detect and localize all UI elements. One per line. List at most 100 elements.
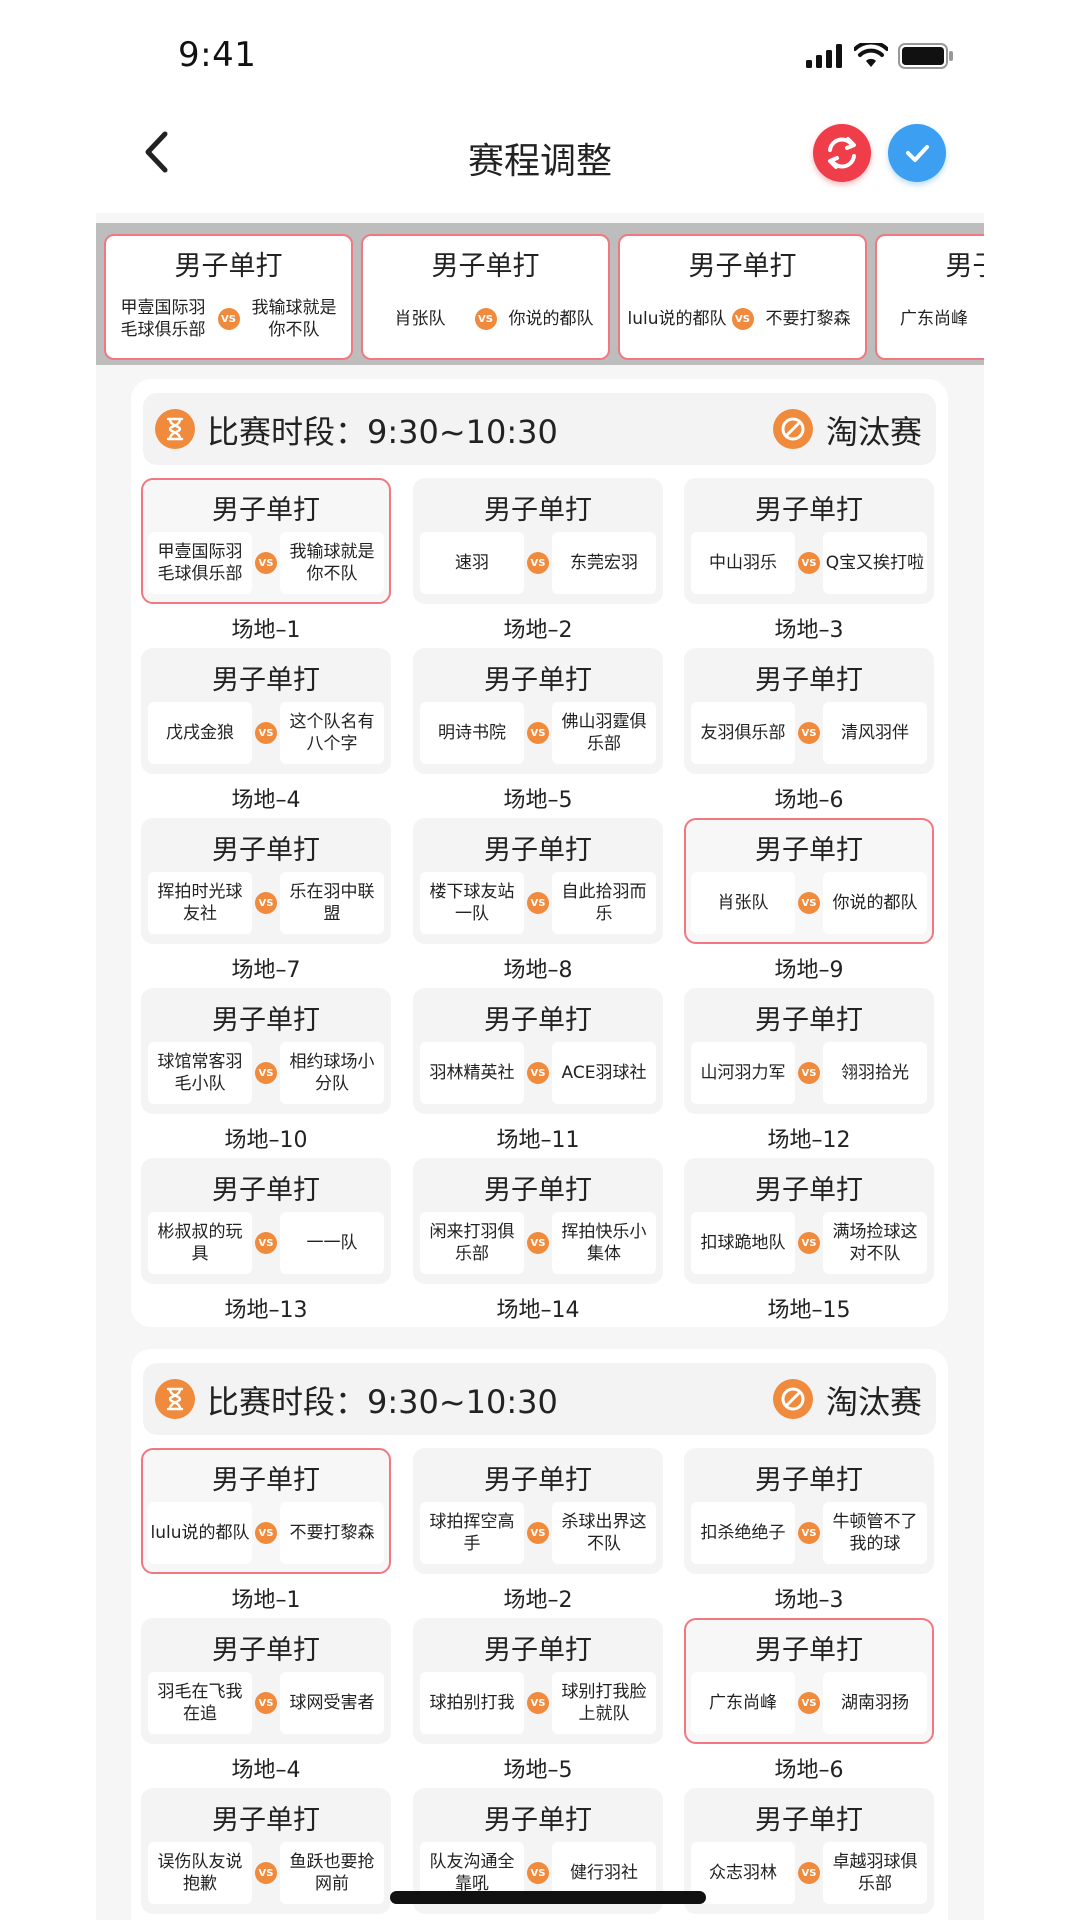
court-label: 场地–7 bbox=[231, 958, 301, 983]
match-card[interactable]: 男子单打 闲来打羽俱乐部 VS 挥拍快乐小集体 bbox=[413, 1158, 663, 1284]
confirm-button[interactable] bbox=[888, 124, 946, 182]
match-card[interactable]: 男子单打 中山羽乐 VS Q宝又挨打啦 bbox=[684, 478, 934, 604]
team-b[interactable]: 不要打黎森 bbox=[280, 1502, 384, 1564]
team-a[interactable]: 广东尚峰 bbox=[882, 288, 984, 350]
knockout-icon bbox=[773, 1379, 813, 1419]
match-title: 男子单打 bbox=[755, 1175, 863, 1206]
wifi-icon bbox=[854, 43, 888, 67]
team-b[interactable]: 自此拾羽而乐 bbox=[552, 872, 656, 934]
match-card[interactable]: 男子单打 众志羽林 VS 卓越羽球俱乐部 bbox=[684, 1788, 934, 1914]
team-a[interactable]: 肖张队 bbox=[691, 872, 795, 934]
vs-icon: VS bbox=[255, 1522, 277, 1544]
match-card[interactable]: 男子单打 扣球跪地队 VS 满场捡球这对不队 bbox=[684, 1158, 934, 1284]
team-b[interactable]: 不要打黎森 bbox=[756, 288, 860, 350]
match-card[interactable]: 男子单打 友羽俱乐部 VS 清风羽伴 bbox=[684, 648, 934, 774]
team-b[interactable]: 球别打我脸上就队 bbox=[552, 1672, 656, 1734]
team-b[interactable]: 清风羽伴 bbox=[823, 702, 927, 764]
team-a[interactable]: 挥拍时光球友社 bbox=[148, 872, 252, 934]
match-card[interactable]: 男子单打 山河羽力军 VS 翎羽拾光 bbox=[684, 988, 934, 1114]
match-card[interactable]: 男子单打 扣杀绝绝子 VS 牛顿管不了我的球 bbox=[684, 1448, 934, 1574]
team-a[interactable]: lulu说的都队 bbox=[148, 1502, 252, 1564]
match-card[interactable]: 男子单打 彬叔叔的玩具 VS 一一队 bbox=[141, 1158, 391, 1284]
team-a[interactable]: 肖张队 bbox=[368, 288, 472, 350]
team-a[interactable]: 速羽 bbox=[420, 532, 524, 594]
team-a[interactable]: 球馆常客羽毛小队 bbox=[148, 1042, 252, 1104]
team-b[interactable]: Q宝又挨打啦 bbox=[823, 532, 927, 594]
team-b[interactable]: 乐在羽中联盟 bbox=[280, 872, 384, 934]
team-a[interactable]: 闲来打羽俱乐部 bbox=[420, 1212, 524, 1274]
team-a[interactable]: 友羽俱乐部 bbox=[691, 702, 795, 764]
tray-match-card[interactable]: 男子单打 甲壹国际羽毛球俱乐部 VS 我输球就是你不队 bbox=[104, 234, 353, 360]
team-a[interactable]: 球拍别打我 bbox=[420, 1672, 524, 1734]
match-card[interactable]: 男子单打 球拍别打我 VS 球别打我脸上就队 bbox=[413, 1618, 663, 1744]
vs-icon: VS bbox=[255, 892, 277, 914]
team-b[interactable]: 鱼跃也要抢网前 bbox=[280, 1842, 384, 1904]
match-card[interactable]: 男子单打 速羽 VS 东莞宏羽 bbox=[413, 478, 663, 604]
team-b[interactable]: 湖南羽扬 bbox=[823, 1672, 927, 1734]
team-b[interactable]: 卓越羽球俱乐部 bbox=[823, 1842, 927, 1904]
court-label: 场地–6 bbox=[774, 788, 844, 813]
tray-match-card[interactable]: 男子单打 肖张队 VS 你说的都队 bbox=[361, 234, 610, 360]
team-a[interactable]: 羽毛在飞我在追 bbox=[148, 1672, 252, 1734]
team-a[interactable]: 楼下球友站一队 bbox=[420, 872, 524, 934]
vs-icon: VS bbox=[527, 1522, 549, 1544]
match-card[interactable]: 男子单打 羽林精英社 VS ACE羽球社 bbox=[413, 988, 663, 1114]
home-indicator[interactable] bbox=[390, 1891, 706, 1904]
team-b[interactable]: 翎羽拾光 bbox=[823, 1042, 927, 1104]
match-card[interactable]: 男子单打 球馆常客羽毛小队 VS 相约球场小分队 bbox=[141, 988, 391, 1114]
team-a[interactable]: 明诗书院 bbox=[420, 702, 524, 764]
match-card[interactable]: 男子单打 戊戌金狼 VS 这个队名有八个字 bbox=[141, 648, 391, 774]
match-title: 男子单打 bbox=[755, 835, 863, 866]
team-b[interactable]: 满场捡球这对不队 bbox=[823, 1212, 927, 1274]
team-a[interactable]: 甲壹国际羽毛球俱乐部 bbox=[111, 288, 215, 350]
tray-match-card[interactable]: 男子单打 lulu说的都队 VS 不要打黎森 bbox=[618, 234, 867, 360]
team-a[interactable]: 扣球跪地队 bbox=[691, 1212, 795, 1274]
status-icons bbox=[806, 38, 954, 74]
team-a[interactable]: 戊戌金狼 bbox=[148, 702, 252, 764]
match-title: 男子单打 bbox=[212, 495, 320, 526]
tray-match-card[interactable]: 男子单打 广东尚峰 VS bbox=[875, 234, 984, 360]
match-title: 男子单打 bbox=[755, 495, 863, 526]
team-b[interactable]: 相约球场小分队 bbox=[280, 1042, 384, 1104]
team-b[interactable]: 你说的都队 bbox=[823, 872, 927, 934]
match-card[interactable]: 男子单打 羽毛在飞我在追 VS 球网受害者 bbox=[141, 1618, 391, 1744]
team-a[interactable]: 山河羽力军 bbox=[691, 1042, 795, 1104]
pending-matches-tray[interactable]: 男子单打 甲壹国际羽毛球俱乐部 VS 我输球就是你不队 男子单打 肖张队 VS … bbox=[96, 223, 984, 365]
team-b[interactable]: 我输球就是你不队 bbox=[242, 288, 346, 350]
match-card[interactable]: 男子单打 误伤队友说抱歉 VS 鱼跃也要抢网前 bbox=[141, 1788, 391, 1914]
team-a[interactable]: 扣杀绝绝子 bbox=[691, 1502, 795, 1564]
team-b[interactable]: 挥拍快乐小集体 bbox=[552, 1212, 656, 1274]
team-a[interactable]: 中山羽乐 bbox=[691, 532, 795, 594]
match-card[interactable]: 男子单打 球拍挥空高手 VS 杀球出界这不队 bbox=[413, 1448, 663, 1574]
match-card[interactable]: 男子单打 肖张队 VS 你说的都队 bbox=[684, 818, 934, 944]
team-b[interactable]: 一一队 bbox=[280, 1212, 384, 1274]
team-b[interactable]: 杀球出界这不队 bbox=[552, 1502, 656, 1564]
match-card[interactable]: 男子单打 明诗书院 VS 佛山羽霆俱乐部 bbox=[413, 648, 663, 774]
team-a[interactable]: 彬叔叔的玩具 bbox=[148, 1212, 252, 1274]
match-card[interactable]: 男子单打 lulu说的都队 VS 不要打黎森 bbox=[141, 1448, 391, 1574]
team-a[interactable]: 误伤队友说抱歉 bbox=[148, 1842, 252, 1904]
match-card[interactable]: 男子单打 广东尚峰 VS 湖南羽扬 bbox=[684, 1618, 934, 1744]
match-title: 男子单打 bbox=[212, 1005, 320, 1036]
match-card[interactable]: 男子单打 甲壹国际羽毛球俱乐部 VS 我输球就是你不队 bbox=[141, 478, 391, 604]
match-card[interactable]: 男子单打 挥拍时光球友社 VS 乐在羽中联盟 bbox=[141, 818, 391, 944]
team-a[interactable]: 甲壹国际羽毛球俱乐部 bbox=[148, 532, 252, 594]
team-b[interactable]: 你说的都队 bbox=[499, 288, 603, 350]
team-b[interactable]: 这个队名有八个字 bbox=[280, 702, 384, 764]
team-a[interactable]: 众志羽林 bbox=[691, 1842, 795, 1904]
team-b[interactable]: 牛顿管不了我的球 bbox=[823, 1502, 927, 1564]
team-b[interactable]: 球网受害者 bbox=[280, 1672, 384, 1734]
team-b[interactable]: 佛山羽霆俱乐部 bbox=[552, 702, 656, 764]
team-a[interactable]: 羽林精英社 bbox=[420, 1042, 524, 1104]
match-title: 男子单打 bbox=[212, 1805, 320, 1836]
team-a[interactable]: 球拍挥空高手 bbox=[420, 1502, 524, 1564]
refresh-button[interactable] bbox=[813, 124, 871, 182]
team-b[interactable]: 我输球就是你不队 bbox=[280, 532, 384, 594]
team-b[interactable]: 东莞宏羽 bbox=[552, 532, 656, 594]
match-card[interactable]: 男子单打 楼下球友站一队 VS 自此拾羽而乐 bbox=[413, 818, 663, 944]
court-label: 场地–1 bbox=[231, 618, 301, 643]
match-title: 男子单打 bbox=[484, 495, 592, 526]
team-a[interactable]: 广东尚峰 bbox=[691, 1672, 795, 1734]
team-a[interactable]: lulu说的都队 bbox=[625, 288, 729, 350]
team-b[interactable]: ACE羽球社 bbox=[552, 1042, 656, 1104]
